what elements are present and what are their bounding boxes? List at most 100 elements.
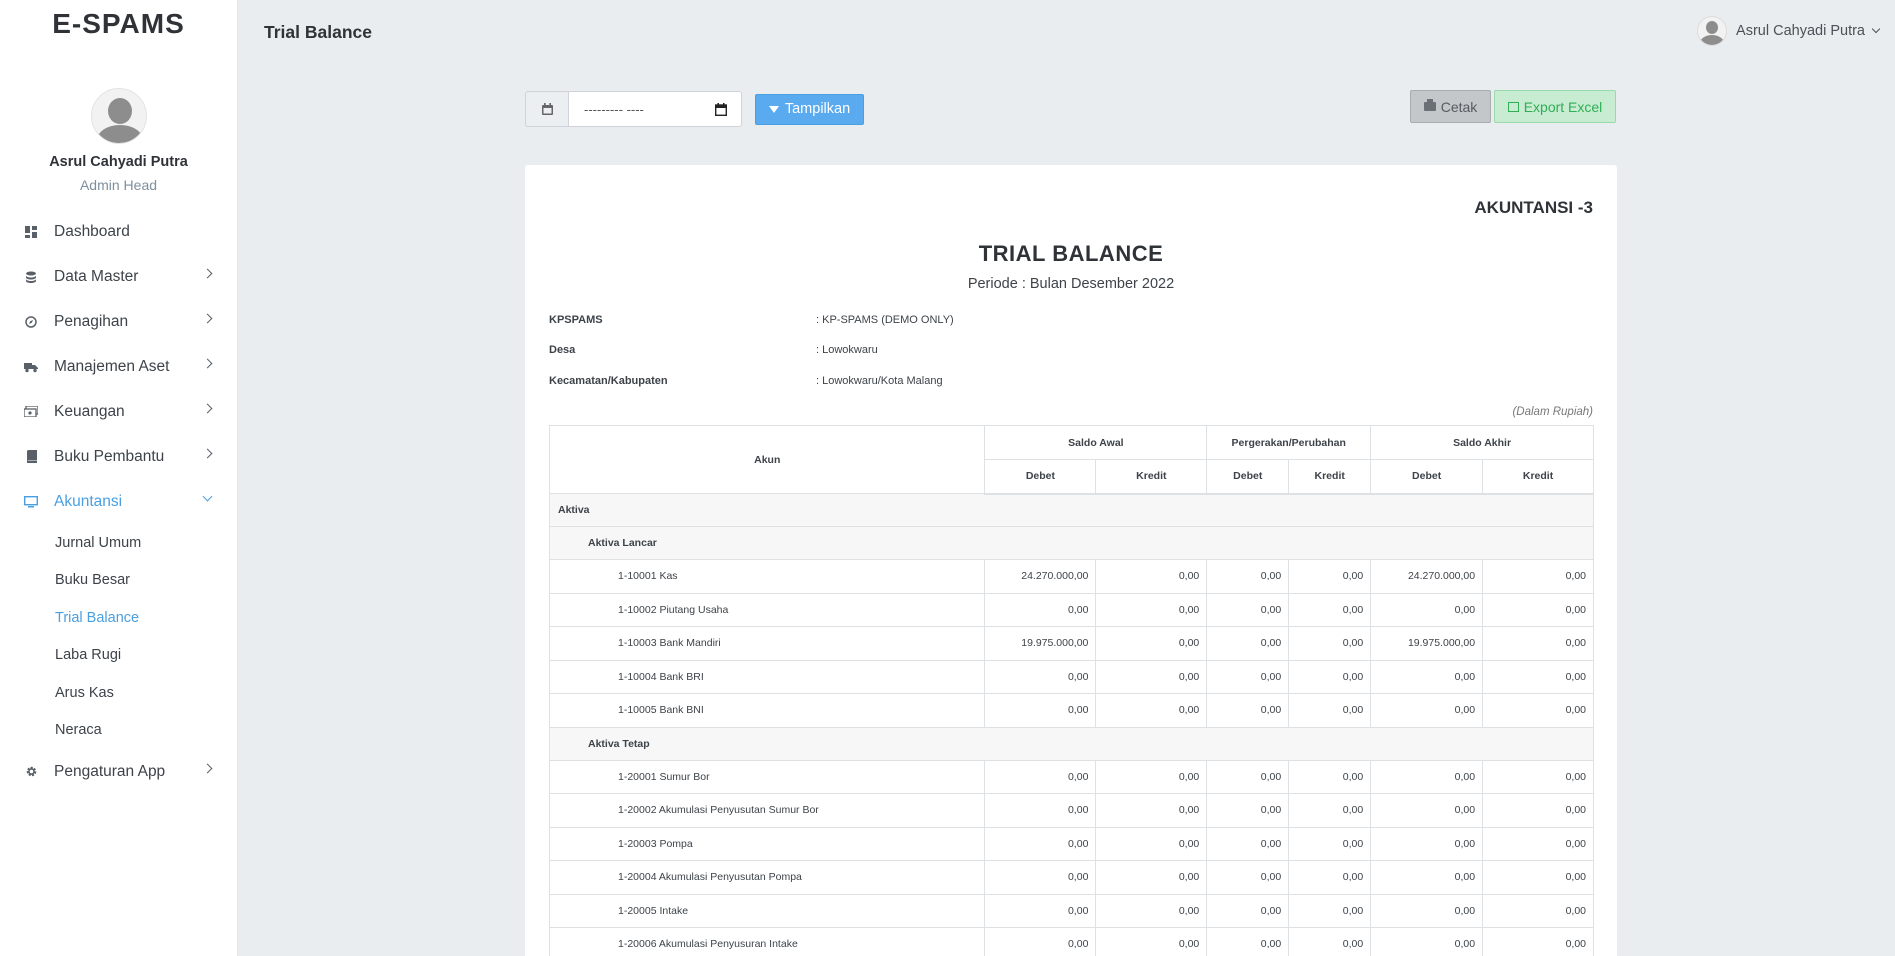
table-row: 1-20002 Akumulasi Penyusutan Sumur Bor 0…: [548, 793, 1594, 828]
submenu-item-arus-kas[interactable]: Arus Kas: [0, 674, 237, 712]
value-cell: 0,00: [1206, 927, 1290, 956]
section-row: Aktiva Lancar: [549, 526, 1594, 560]
value-cell: 0,00: [984, 592, 1097, 627]
printer-icon: [1423, 99, 1436, 111]
value-cell: 0,00: [1206, 626, 1290, 661]
table-row: 1-20005 Intake 0,00 0,00 0,00 0,00 0,00 …: [548, 893, 1594, 928]
info-label: Kecamatan/Kabupaten: [549, 375, 668, 387]
show-button[interactable]: Tampilkan: [755, 93, 864, 125]
profile-role: Admin Head: [79, 177, 158, 193]
value-cell: 0,00: [1288, 693, 1372, 728]
value-cell: 0,00: [984, 793, 1097, 828]
value-cell: 0,00: [1482, 759, 1594, 794]
calendar-picker-icon[interactable]: [714, 103, 728, 119]
dashboard-icon: [24, 225, 38, 239]
value-cell: 0,00: [1095, 559, 1208, 594]
value-cell: 0,00: [1095, 927, 1208, 956]
account-cell: 1-20005 Intake: [548, 893, 986, 928]
value-cell: 0,00: [1095, 793, 1208, 828]
table-row: 1-10004 Bank BRI 0,00 0,00 0,00 0,00 0,0…: [548, 659, 1594, 694]
submenu-item-trial-balance[interactable]: Trial Balance: [0, 599, 237, 637]
value-cell: 0,00: [1370, 893, 1484, 928]
chevron-right-icon: [202, 313, 213, 324]
month-input[interactable]: --------- ----: [568, 91, 742, 127]
value-cell: 0,00: [984, 826, 1097, 861]
print-button[interactable]: Cetak: [1410, 90, 1491, 123]
value-cell: 0,00: [1095, 826, 1208, 861]
submenu-item-neraca[interactable]: Neraca: [0, 712, 237, 750]
value-cell: 0,00: [1370, 860, 1484, 895]
value-cell: 0,00: [1288, 826, 1372, 861]
value-cell: 0,00: [1206, 559, 1290, 594]
sidebar-item-dashboard[interactable]: Dashboard: [0, 209, 237, 254]
user-avatar: [1697, 16, 1728, 46]
value-cell: 0,00: [1482, 592, 1594, 627]
value-cell: 0,00: [1482, 693, 1594, 728]
report-code: AKUNTANSI -3: [1474, 198, 1593, 217]
value-cell: 0,00: [984, 693, 1097, 728]
submenu-item-jurnal-umum[interactable]: Jurnal Umum: [0, 524, 237, 562]
value-cell: 0,00: [1370, 659, 1484, 694]
value-cell: 0,00: [1095, 592, 1208, 627]
report-card: AKUNTANSI -3 TRIAL BALANCE Periode : Bul…: [525, 165, 1617, 956]
value-cell: 0,00: [1095, 659, 1208, 694]
value-cell: 0,00: [1095, 693, 1208, 728]
value-cell: 0,00: [1370, 793, 1484, 828]
value-cell: 0,00: [1482, 927, 1594, 956]
chevron-right-icon: [202, 403, 213, 414]
sidebar-item-penagihan[interactable]: Penagihan: [0, 299, 237, 344]
export-excel-button[interactable]: Export Excel: [1494, 90, 1616, 123]
show-button-label: Tampilkan: [784, 101, 851, 117]
value-cell: 0,00: [1482, 559, 1594, 594]
value-cell: 0,00: [1288, 793, 1372, 828]
sidebar-item-buku-pembantu[interactable]: Buku Pembantu: [0, 434, 237, 479]
profile-name: Asrul Cahyadi Putra: [49, 154, 188, 170]
chevron-right-icon: [202, 763, 213, 774]
column-header-saldo-awal: Saldo Awal: [984, 425, 1208, 460]
account-cell: 1-10001 Kas: [548, 559, 986, 594]
value-cell: 0,00: [1206, 826, 1290, 861]
account-cell: 1-10005 Bank BNI: [548, 693, 986, 728]
value-cell: 24.270.000,00: [1370, 559, 1484, 594]
account-cell: 1-20006 Akumulasi Penyusuran Intake: [548, 927, 986, 956]
value-cell: 0,00: [1482, 893, 1594, 928]
report-period: Periode : Bulan Desember 2022: [967, 276, 1175, 292]
submenu-akuntansi: Jurnal Umum Buku Besar Trial Balance Lab…: [0, 524, 237, 749]
gear-icon: [24, 765, 38, 779]
filter-icon: [768, 105, 779, 113]
value-cell: 0,00: [1206, 860, 1290, 895]
value-cell: 0,00: [1482, 826, 1594, 861]
user-name: Asrul Cahyadi Putra: [1736, 23, 1865, 39]
column-header-saldo-akhir: Saldo Akhir: [1370, 425, 1594, 460]
trial-balance-table: Akun Saldo Awal Pergerakan/Perubahan Sal…: [548, 425, 1594, 956]
value-cell: 0,00: [1288, 759, 1372, 794]
value-cell: 0,00: [1095, 893, 1208, 928]
value-cell: 0,00: [1288, 927, 1372, 956]
export-button-label: Export Excel: [1523, 98, 1603, 115]
sidebar-item-keuangan[interactable]: Keuangan: [0, 389, 237, 434]
filter-bar: --------- ---- Tampilkan: [525, 91, 864, 127]
report-actions: Cetak Export Excel: [1410, 90, 1616, 123]
sidebar-item-pengaturan-app[interactable]: Pengaturan App: [0, 749, 237, 794]
submenu-item-laba-rugi[interactable]: Laba Rugi: [0, 637, 237, 675]
value-cell: 0,00: [1206, 759, 1290, 794]
table-row: 1-20006 Akumulasi Penyusuran Intake 0,00…: [548, 927, 1594, 956]
avatar: [90, 88, 147, 144]
value-cell: 0,00: [1370, 927, 1484, 956]
submenu-item-buku-besar[interactable]: Buku Besar: [0, 562, 237, 600]
topbar: Trial Balance Asrul Cahyadi Putra: [239, 0, 1895, 64]
sidebar-item-data-master[interactable]: Data Master: [0, 254, 237, 299]
brand-logo: E-SPAMS: [52, 8, 185, 39]
value-cell: 0,00: [1370, 693, 1484, 728]
chevron-right-icon: [202, 358, 213, 369]
sidebar-item-akuntansi[interactable]: Akuntansi: [0, 479, 237, 524]
sidebar-item-label: Penagihan: [54, 312, 129, 330]
table-row: 1-20003 Pompa 0,00 0,00 0,00 0,00 0,00 0…: [548, 826, 1594, 861]
table-row: 1-10001 Kas 24.270.000,00 0,00 0,00 0,00…: [548, 559, 1594, 594]
info-label: Desa: [549, 344, 576, 356]
sidebar-item-manajemen-aset[interactable]: Manajemen Aset: [0, 344, 237, 389]
chevron-down-icon: [1871, 24, 1881, 34]
user-menu[interactable]: Asrul Cahyadi Putra: [1697, 16, 1881, 46]
info-value: : KP-SPAMS (DEMO ONLY): [816, 314, 954, 326]
value-cell: 0,00: [1288, 592, 1372, 627]
